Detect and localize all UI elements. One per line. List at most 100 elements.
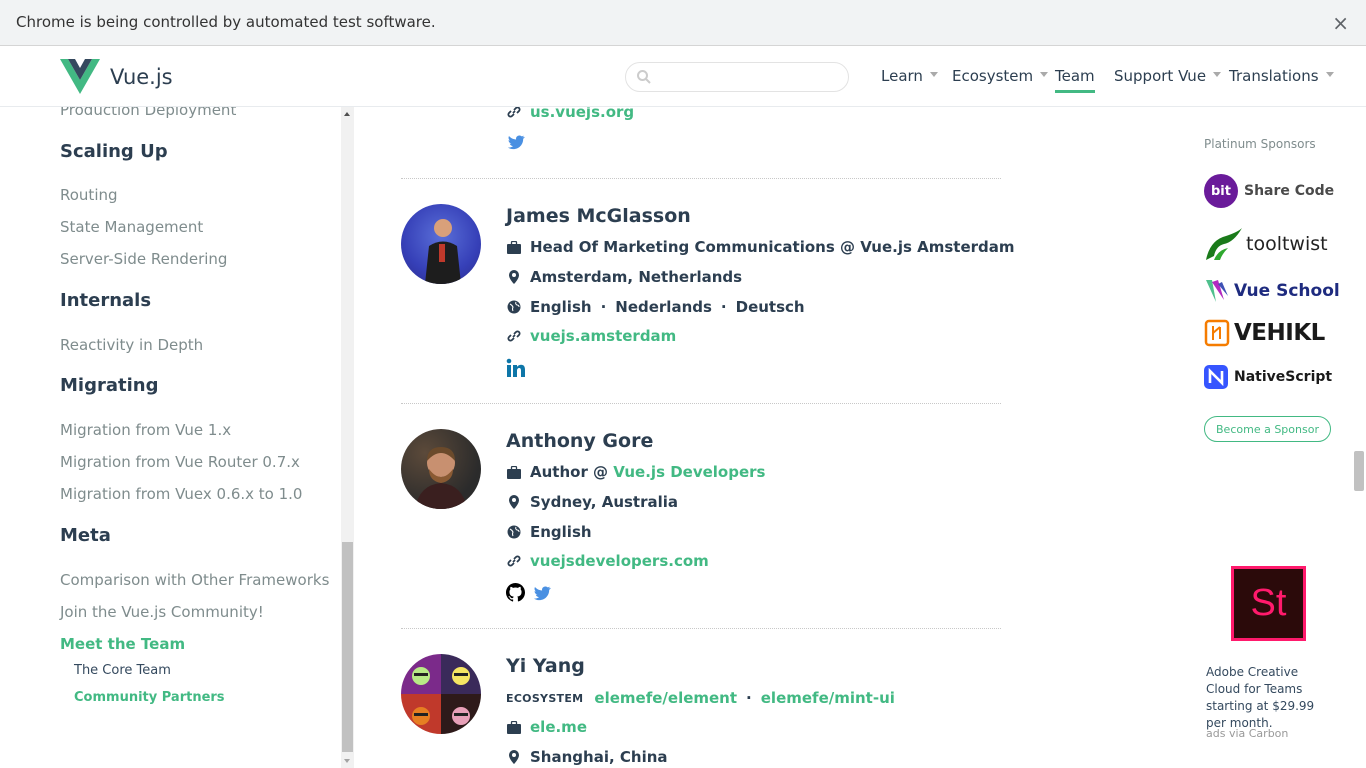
become-sponsor-button[interactable]: Become a Sponsor	[1204, 416, 1331, 442]
sidebar-item-production-deployment[interactable]: Production Deployment	[60, 107, 236, 119]
ecosystem-project-link[interactable]: elemefe/mint-ui	[761, 689, 895, 707]
infobar-close-icon[interactable]: ×	[1332, 11, 1349, 35]
site-header: Vue.js Learn Ecosystem Team Support Vue …	[0, 46, 1366, 107]
member-website-link[interactable]: us.vuejs.org	[530, 107, 634, 121]
site-logo[interactable]: Vue.js	[60, 59, 173, 94]
sidebar-item-state-management[interactable]: State Management	[60, 218, 203, 236]
sidebar-subitem-core-team[interactable]: The Core Team	[74, 663, 171, 678]
member-work-row: Head Of Marketing Communications @ Vue.j…	[506, 237, 1015, 257]
member-website-link[interactable]: vuejsdevelopers.com	[530, 552, 709, 570]
globe-icon	[506, 299, 522, 315]
brand-name: Vue.js	[110, 64, 173, 89]
member-social	[506, 132, 526, 152]
sidebar-item-routing[interactable]: Routing	[60, 186, 118, 204]
sidebar-subitem-community-partners[interactable]: Community Partners	[74, 690, 225, 705]
member-ecosystem-row: ECOSYSTEM elemefe/element · elemefe/mint…	[506, 689, 895, 707]
sponsor-vueschool[interactable]: Vue School	[1204, 271, 1340, 311]
member-work-link[interactable]: Vue.js Developers	[613, 463, 765, 481]
member-language: Deutsch	[735, 298, 805, 316]
twitter-icon[interactable]	[506, 132, 526, 152]
carbon-ad-text[interactable]: Adobe Creative Cloud for Teams starting …	[1206, 664, 1336, 732]
sidebar-item-migration-router[interactable]: Migration from Vue Router 0.7.x	[60, 453, 300, 471]
nav-support-vue[interactable]: Support Vue	[1114, 67, 1222, 85]
ecosystem-project-link[interactable]: elemefe/element	[594, 689, 737, 707]
github-icon[interactable]	[506, 583, 526, 603]
member-location: Sydney, Australia	[530, 493, 679, 511]
sidebar-item-comparison[interactable]: Comparison with Other Frameworks	[60, 571, 329, 589]
twitter-icon[interactable]	[532, 583, 552, 603]
member-social	[506, 583, 552, 603]
member-avatar	[401, 429, 481, 509]
member-location-row: Amsterdam, Netherlands	[506, 267, 742, 287]
sponsor-nativescript[interactable]: NativeScript	[1204, 357, 1332, 397]
carbon-ad-image[interactable]: St	[1231, 566, 1306, 641]
map-marker-icon	[506, 494, 522, 510]
sponsor-name: Share Code	[1244, 183, 1335, 199]
member-link-row: vuejs.amsterdam	[506, 326, 676, 346]
sponsors-title: Platinum Sponsors	[1204, 137, 1316, 151]
member-location-row: Sydney, Australia	[506, 492, 678, 512]
sidebar-scroll-thumb[interactable]	[342, 542, 353, 752]
sidebar: Production Deployment Scaling Up Routing…	[0, 107, 341, 768]
chevron-down-icon	[1213, 72, 1222, 77]
sponsor-vehikl[interactable]: VEHIKL	[1204, 313, 1325, 353]
member-location: Shanghai, China	[530, 748, 668, 766]
member-avatar	[401, 204, 481, 284]
sponsor-name: tooltwist	[1246, 233, 1328, 255]
search-input[interactable]	[658, 67, 838, 87]
automation-infobar: Chrome is being controlled by automated …	[0, 0, 1366, 46]
sidebar-item-migration-vuex[interactable]: Migration from Vuex 0.6.x to 1.0	[60, 485, 302, 503]
scroll-down-arrow-icon[interactable]	[344, 759, 350, 763]
member-divider	[401, 178, 1001, 179]
chevron-down-icon	[929, 72, 938, 77]
vehikl-logo-icon	[1204, 319, 1230, 347]
nav-learn[interactable]: Learn	[881, 67, 938, 85]
member-location: Amsterdam, Netherlands	[530, 268, 743, 286]
member-location-row: Shanghai, China	[506, 747, 668, 767]
sidebar-section-meta: Meta	[60, 525, 111, 546]
sidebar-item-ssr[interactable]: Server-Side Rendering	[60, 250, 227, 268]
member-language: Nederlands	[615, 298, 712, 316]
vue-logo-icon	[60, 59, 100, 94]
sponsor-tooltwist[interactable]: tooltwist	[1204, 224, 1328, 264]
linkedin-icon[interactable]	[506, 358, 526, 378]
sidebar-item-community[interactable]: Join the Vue.js Community!	[60, 603, 264, 621]
member-work: Head Of Marketing Communications @ Vue.j…	[530, 238, 1015, 256]
member-work-row: ele.me	[506, 717, 587, 737]
vueschool-logo-icon	[1206, 280, 1228, 302]
sponsor-name: VEHIKL	[1234, 320, 1325, 346]
sidebar-item-meet-the-team[interactable]: Meet the Team	[60, 635, 185, 653]
briefcase-icon	[506, 464, 522, 480]
chevron-down-icon	[1040, 72, 1049, 77]
sidebar-section-migrating: Migrating	[60, 375, 159, 396]
member-languages-row: English · Nederlands · Deutsch	[506, 297, 805, 317]
sponsor-bit[interactable]: bit Share Code	[1204, 171, 1334, 211]
member-divider	[401, 628, 1001, 629]
tooltwist-logo-icon	[1206, 228, 1242, 260]
scroll-up-arrow-icon[interactable]	[344, 112, 350, 116]
sidebar-item-reactivity[interactable]: Reactivity in Depth	[60, 336, 203, 354]
member-link-row: vuejsdevelopers.com	[506, 551, 709, 571]
sidebar-item-migration-vue1[interactable]: Migration from Vue 1.x	[60, 421, 231, 439]
nav-translations[interactable]: Translations	[1229, 67, 1334, 85]
nativescript-logo-icon	[1204, 365, 1228, 389]
member-language: English	[530, 523, 592, 541]
member-name: Yi Yang	[506, 655, 585, 677]
map-marker-icon	[506, 749, 522, 765]
member-language: English	[530, 298, 592, 316]
globe-icon	[506, 524, 522, 540]
member-work-link[interactable]: ele.me	[530, 718, 587, 736]
page-scrollbar[interactable]	[1352, 107, 1366, 768]
ecosystem-label: ECOSYSTEM	[506, 691, 584, 705]
member-divider	[401, 403, 1001, 404]
sidebar-scrollbar[interactable]	[341, 107, 354, 768]
member-social	[506, 358, 526, 378]
page-scroll-thumb[interactable]	[1354, 451, 1364, 491]
nav-team[interactable]: Team	[1055, 67, 1095, 93]
member-work-row: Author @ Vue.js Developers	[506, 462, 765, 482]
search-box[interactable]	[625, 62, 849, 92]
ads-via-carbon-link[interactable]: ads via Carbon	[1206, 727, 1288, 740]
ad-logo-text: St	[1250, 582, 1287, 624]
member-website-link[interactable]: vuejs.amsterdam	[530, 327, 676, 345]
nav-ecosystem[interactable]: Ecosystem	[952, 67, 1049, 85]
